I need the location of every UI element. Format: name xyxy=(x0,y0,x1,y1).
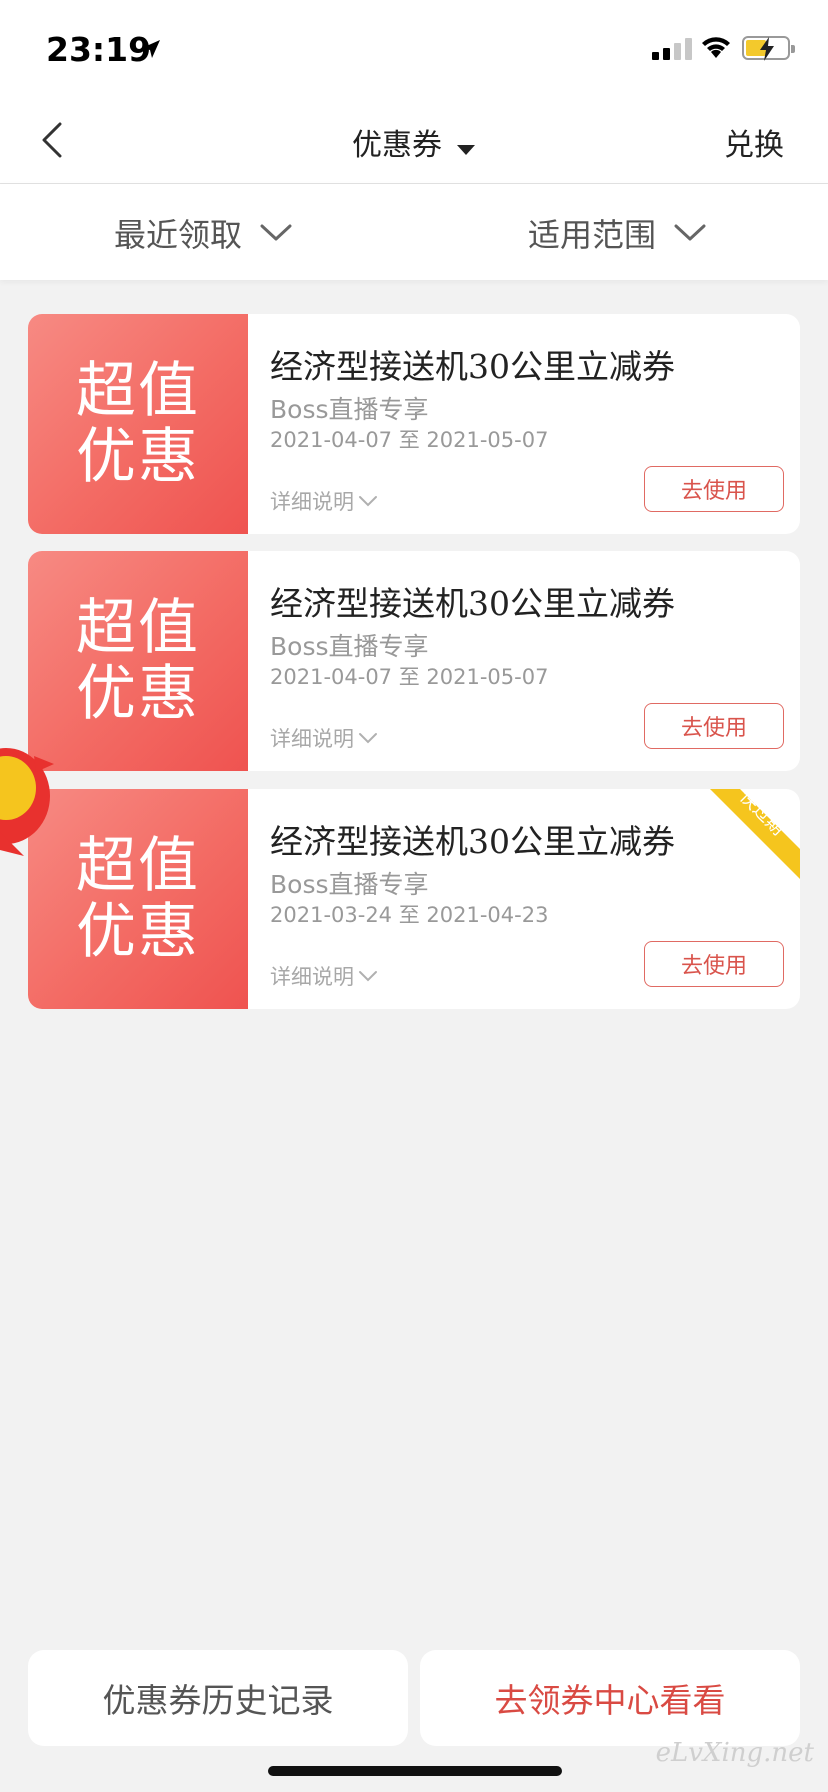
coupon-card[interactable]: 超值 优惠 经济型接送机30公里立减券 Boss直播专享 2021-03-24 至… xyxy=(28,789,800,1009)
coupon-center-button[interactable]: 去领券中心看看 xyxy=(420,1650,800,1746)
expiring-ribbon: 快过期 xyxy=(710,789,800,879)
filter-recent-dropdown[interactable]: 最近领取 xyxy=(114,210,292,256)
coupon-detail-toggle[interactable]: 详细说明 xyxy=(270,486,378,516)
exchange-button[interactable]: 兑换 xyxy=(724,120,784,164)
chevron-down-icon xyxy=(359,496,377,507)
coupon-detail-toggle[interactable]: 详细说明 xyxy=(270,723,378,753)
watermark: eLvXing.net xyxy=(655,1738,814,1768)
coupon-title: 经济型接送机30公里立减券 xyxy=(270,347,675,386)
coupon-subtitle: Boss直播专享 xyxy=(270,395,429,424)
coupon-card[interactable]: 超值 优惠 经济型接送机30公里立减券 Boss直播专享 2021-04-07 至… xyxy=(28,551,800,771)
filter-scope-label: 适用范围 xyxy=(528,216,657,254)
page-title-dropdown[interactable]: 优惠券 xyxy=(0,120,828,164)
chevron-down-icon xyxy=(359,733,377,744)
badge-line2: 优惠 xyxy=(76,422,200,492)
coupon-subtitle: Boss直播专享 xyxy=(270,870,429,899)
caret-down-icon xyxy=(456,129,476,164)
coupon-title: 经济型接送机30公里立减券 xyxy=(270,822,675,861)
chevron-down-icon xyxy=(359,971,377,982)
coupon-history-button[interactable]: 优惠券历史记录 xyxy=(28,1650,408,1746)
page-title: 优惠券 xyxy=(352,128,442,163)
badge-line1: 超值 xyxy=(76,593,200,663)
use-coupon-button[interactable]: 去使用 xyxy=(644,941,784,987)
detail-label: 详细说明 xyxy=(270,727,354,751)
coupon-validity-dates: 2021-04-07 至 2021-05-07 xyxy=(270,665,549,689)
nav-bar: 优惠券 兑换 xyxy=(0,96,828,184)
coupon-center-floating-icon[interactable] xyxy=(0,716,74,866)
filter-scope-dropdown[interactable]: 适用范围 xyxy=(528,210,706,256)
location-arrow-icon xyxy=(140,38,162,64)
wifi-icon xyxy=(700,34,732,64)
use-coupon-button[interactable]: 去使用 xyxy=(644,466,784,512)
coupon-validity-dates: 2021-04-07 至 2021-05-07 xyxy=(270,428,549,452)
filter-recent-label: 最近领取 xyxy=(114,216,243,254)
badge-line1: 超值 xyxy=(76,831,200,901)
filter-bar: 最近领取 适用范围 xyxy=(0,184,828,280)
coupon-detail-toggle[interactable]: 详细说明 xyxy=(270,961,378,991)
use-coupon-button[interactable]: 去使用 xyxy=(644,703,784,749)
chevron-down-icon xyxy=(260,224,292,241)
coupon-card[interactable]: 超值 优惠 经济型接送机30公里立减券 Boss直播专享 2021-04-07 至… xyxy=(28,314,800,534)
badge-line1: 超值 xyxy=(76,356,200,426)
badge-line2: 优惠 xyxy=(76,897,200,967)
coupon-badge: 超值 优惠 xyxy=(28,314,248,534)
coupon-subtitle: Boss直播专享 xyxy=(270,632,429,661)
cellular-signal-icon xyxy=(652,38,692,60)
badge-line2: 优惠 xyxy=(76,659,200,729)
home-indicator[interactable] xyxy=(268,1766,562,1776)
coupon-page: 23:19 优惠券 兑换 最近领取 适用范围 超值 优惠 经济型接送机30公里立… xyxy=(0,0,828,1792)
coupon-validity-dates: 2021-03-24 至 2021-04-23 xyxy=(270,903,549,927)
status-bar: 23:19 xyxy=(0,0,828,96)
detail-label: 详细说明 xyxy=(270,965,354,989)
coupon-title: 经济型接送机30公里立减券 xyxy=(270,584,675,623)
status-time: 23:19 xyxy=(46,30,152,69)
detail-label: 详细说明 xyxy=(270,490,354,514)
battery-icon xyxy=(742,36,795,61)
chevron-down-icon xyxy=(674,224,706,241)
